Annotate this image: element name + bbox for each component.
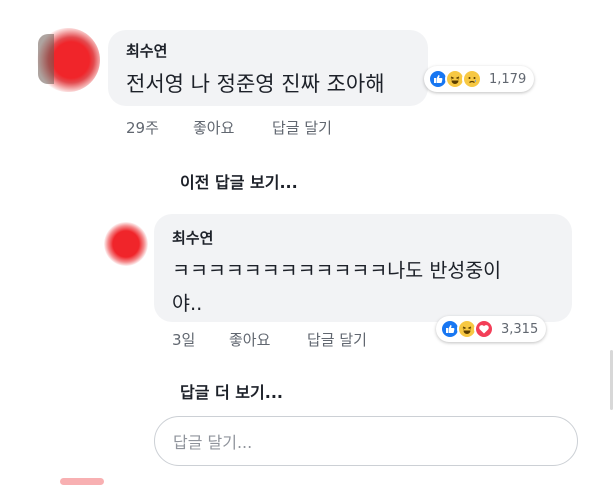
avatar[interactable] bbox=[36, 28, 100, 92]
reply-reply-button[interactable]: 답글 달기 bbox=[307, 329, 367, 350]
reply-text-line1: ㅋㅋㅋㅋㅋㅋㅋㅋㅋㅋㅋㅋ나도 반성중이 bbox=[172, 259, 502, 282]
reply-like-button[interactable]: 좋아요 bbox=[229, 329, 270, 350]
comment-bubble: 최수연 전서영 나 정준영 진짜 조아해 bbox=[108, 30, 428, 106]
view-previous-replies-link[interactable]: 이전 답글 보기... bbox=[180, 169, 298, 193]
love-icon bbox=[474, 319, 494, 339]
comment-timestamp[interactable]: 29주 bbox=[126, 117, 159, 138]
comment-text: 전서영 나 정준영 진짜 조아해 bbox=[126, 72, 385, 96]
more-replies-link[interactable]: 답글 더 보기... bbox=[180, 379, 283, 403]
reply-input-placeholder: 답글 달기... bbox=[173, 433, 253, 452]
reply-timestamp[interactable]: 3일 bbox=[172, 329, 195, 350]
comment-like-button[interactable]: 좋아요 bbox=[193, 117, 234, 138]
comment-reactions[interactable]: 1,179 bbox=[424, 66, 535, 92]
avatar bbox=[60, 478, 104, 485]
sad-icon bbox=[462, 69, 482, 89]
comment-author[interactable]: 최수연 bbox=[126, 40, 167, 61]
reply-reactions[interactable]: 3,315 bbox=[436, 316, 547, 342]
reply-text-line2: 야.. bbox=[172, 292, 203, 315]
reaction-count: 3,315 bbox=[501, 321, 539, 337]
reply-author[interactable]: 최수연 bbox=[172, 227, 213, 248]
avatar[interactable] bbox=[104, 222, 148, 266]
reply-input[interactable]: 답글 달기... bbox=[154, 416, 578, 466]
reply-bubble: 최수연 ㅋㅋㅋㅋㅋㅋㅋㅋㅋㅋㅋㅋ나도 반성중이 야.. bbox=[154, 214, 572, 322]
reaction-count: 1,179 bbox=[489, 71, 527, 87]
comment-reply-button[interactable]: 답글 달기 bbox=[272, 117, 332, 138]
scrollbar[interactable] bbox=[610, 350, 613, 410]
